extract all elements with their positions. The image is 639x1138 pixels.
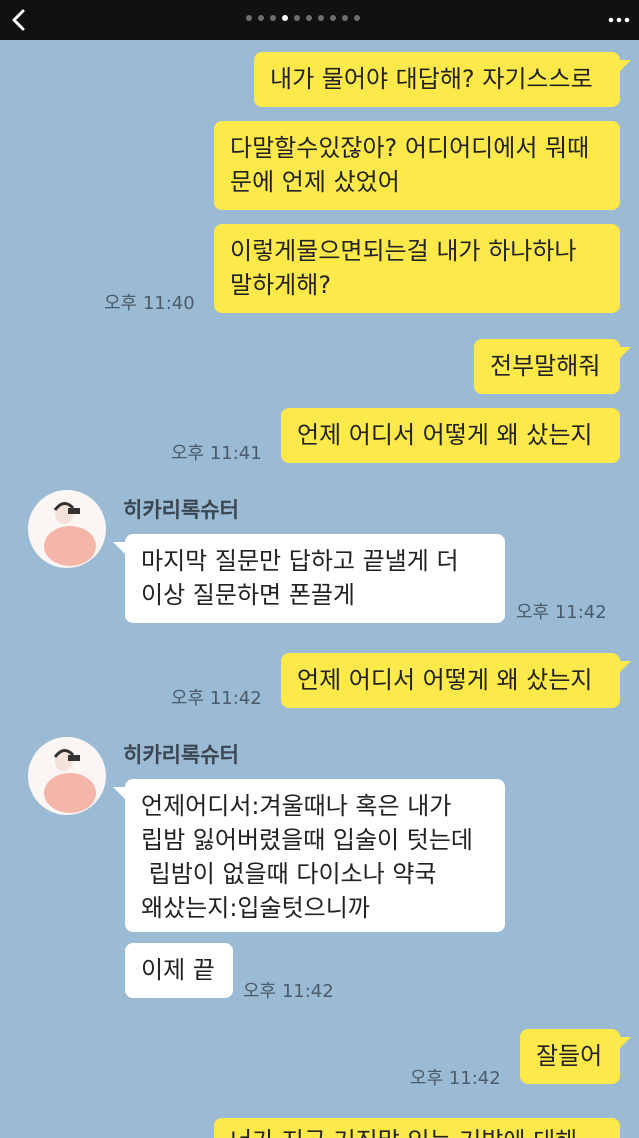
bubble-tail xyxy=(113,787,125,799)
message-text: 언제 어디서 어떻게 왜 샀는지 xyxy=(297,421,593,449)
back-button[interactable] xyxy=(6,6,34,34)
page-dot xyxy=(246,15,252,21)
more-dots-icon xyxy=(608,17,630,23)
message-time: 오후 11:42 xyxy=(410,1068,501,1089)
bubble-tail xyxy=(113,542,125,554)
message-text: 마지막 질문만 답하고 끝낼게 더 이상 질문하면 폰끌게 xyxy=(141,547,459,609)
bubble-tail xyxy=(619,60,631,72)
page-dot xyxy=(354,15,360,21)
bubble-tail xyxy=(619,661,631,673)
message-text: 이렇게물으면되는걸 내가 하나하나 말하게해? xyxy=(230,237,577,299)
message-time: 오후 11:40 xyxy=(104,293,195,314)
other-message-bubble[interactable]: 언제어디서:겨울때나 혹은 내가 립밤 잃어버렸을때 입술이 텃는데 립밤이 없… xyxy=(125,779,505,932)
message-text: 언제어디서:겨울때나 혹은 내가 립밤 잃어버렸을때 입술이 텃는데 립밤이 없… xyxy=(141,792,474,922)
message-text: 전부말해줘 xyxy=(490,352,601,380)
bubble-tail xyxy=(619,347,631,359)
other-message-bubble[interactable]: 이제 끝 xyxy=(125,943,233,998)
page-dot xyxy=(318,15,324,21)
page-dot-active xyxy=(282,15,288,21)
my-message-bubble[interactable]: 언제 어디서 어떻게 왜 샀는지 xyxy=(281,408,620,463)
page-indicator xyxy=(246,15,396,25)
message-text: 내가 물어야 대답해? 자기스스로 xyxy=(270,65,593,93)
message-time: 오후 11:42 xyxy=(171,688,262,709)
page-dot xyxy=(270,15,276,21)
other-message-bubble[interactable]: 마지막 질문만 답하고 끝낼게 더 이상 질문하면 폰끌게 xyxy=(125,534,505,623)
message-text: 언제 어디서 어떻게 왜 샀는지 xyxy=(297,666,593,694)
sender-name: 히카리록슈터 xyxy=(123,743,239,767)
page-dot xyxy=(306,15,312,21)
message-text: 너가 지금 거짓말 있는 거발에 대해 xyxy=(230,1124,577,1138)
message-time: 오후 11:42 xyxy=(243,981,334,1002)
sender-avatar[interactable] xyxy=(28,490,106,568)
message-text: 이제 끝 xyxy=(141,956,215,984)
more-button[interactable] xyxy=(607,8,631,32)
message-text: 잘들어 xyxy=(536,1042,603,1070)
bubble-tail xyxy=(619,1037,631,1049)
my-message-bubble[interactable]: 다말할수있잖아? 어디어디에서 뭐때 문에 언제 샀었어 xyxy=(214,121,620,210)
chevron-left-icon xyxy=(12,9,25,31)
sender-name: 히카리록슈터 xyxy=(123,498,239,522)
message-time: 오후 11:42 xyxy=(516,602,607,623)
sender-avatar[interactable] xyxy=(28,737,106,815)
top-bar xyxy=(0,0,639,40)
page-dot xyxy=(342,15,348,21)
my-message-bubble[interactable]: 잘들어 xyxy=(520,1029,620,1084)
my-message-bubble[interactable]: 전부말해줘 xyxy=(474,339,620,394)
page-dot xyxy=(294,15,300,21)
my-message-bubble[interactable]: 이렇게물으면되는걸 내가 하나하나 말하게해? xyxy=(214,224,620,313)
my-message-bubble[interactable]: 언제 어디서 어떻게 왜 샀는지 xyxy=(281,653,620,708)
avatar-image xyxy=(44,502,96,566)
message-time: 오후 11:41 xyxy=(171,443,262,464)
page-dot xyxy=(258,15,264,21)
my-message-bubble[interactable]: 내가 물어야 대답해? 자기스스로 xyxy=(254,52,620,107)
page-dot xyxy=(330,15,336,21)
message-text: 다말할수있잖아? 어디어디에서 뭐때 문에 언제 샀었어 xyxy=(230,134,590,196)
my-message-bubble[interactable]: 너가 지금 거짓말 있는 거발에 대해 xyxy=(214,1118,620,1138)
avatar-image xyxy=(44,749,96,813)
